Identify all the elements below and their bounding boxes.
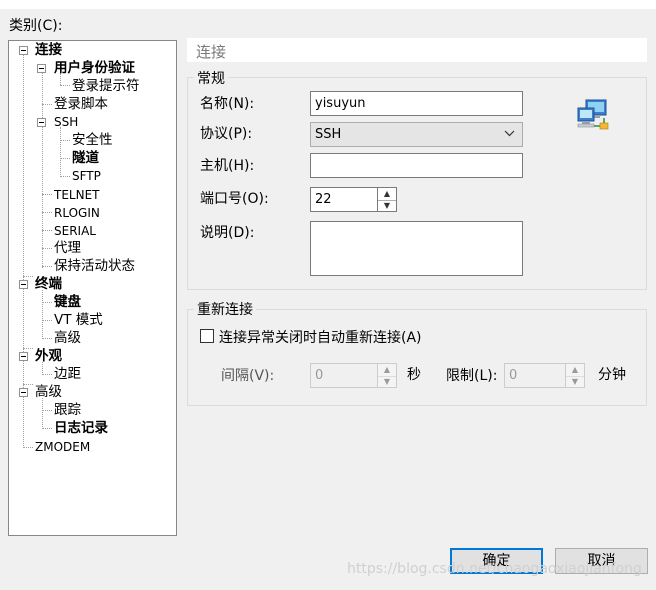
category-tree[interactable]: 连接 用户身份验证 登录提示符 登录脚本 SSH 安全性 隧道 SFTP TEL…	[8, 40, 177, 536]
tree-item-keepalive[interactable]: 保持活动状态	[54, 257, 135, 275]
port-decrement-button[interactable]: ▼	[378, 200, 396, 212]
tree-item-login-script[interactable]: 登录脚本	[54, 95, 108, 113]
description-label: 说明(D):	[200, 225, 255, 241]
protocol-label: 协议(P):	[200, 126, 253, 142]
tree-item-terminal-advanced[interactable]: 高级	[54, 329, 81, 347]
expander-connection[interactable]	[19, 46, 28, 55]
network-computer-icon	[576, 98, 610, 136]
limit-spinner[interactable]: 0 ▲ ▼	[504, 363, 585, 388]
port-label: 端口号(O):	[200, 191, 269, 207]
port-field[interactable]: 22	[310, 187, 377, 212]
auto-reconnect-checkbox[interactable]	[200, 329, 214, 343]
interval-field[interactable]: 0	[310, 363, 377, 388]
reconnect-group	[187, 309, 647, 406]
tree-item-auth[interactable]: 用户身份验证	[54, 59, 135, 77]
interval-decrement-button[interactable]: ▼	[378, 376, 396, 388]
tree-item-zmodem[interactable]: ZMODEM	[35, 438, 90, 456]
protocol-value: SSH	[315, 127, 342, 142]
tree-item-keyboard[interactable]: 键盘	[54, 293, 81, 311]
protocol-select[interactable]: SSH	[310, 122, 523, 147]
interval-spinner[interactable]: 0 ▲ ▼	[310, 363, 397, 388]
expander-terminal[interactable]	[19, 280, 28, 289]
description-field[interactable]	[310, 221, 523, 276]
section-header	[187, 38, 647, 62]
expander-advanced[interactable]	[19, 388, 28, 397]
expander-ssh[interactable]	[37, 118, 46, 127]
name-field[interactable]: yisuyun	[310, 91, 523, 116]
tree-item-proxy[interactable]: 代理	[54, 239, 81, 257]
tree-item-trace[interactable]: 跟踪	[54, 401, 81, 419]
tree-item-serial[interactable]: SERIAL	[54, 222, 96, 240]
tree-item-advanced[interactable]: 高级	[35, 383, 62, 401]
expander-appearance[interactable]	[19, 352, 28, 361]
tree-item-vt-mode[interactable]: VT 模式	[54, 311, 103, 329]
tree-item-terminal[interactable]: 终端	[35, 275, 62, 293]
seconds-unit: 秒	[407, 367, 421, 383]
tree-item-sftp[interactable]: SFTP	[72, 167, 101, 185]
name-label: 名称(N):	[200, 96, 255, 112]
port-spinner[interactable]: 22 ▲ ▼	[310, 187, 397, 212]
interval-label: 间隔(V):	[221, 368, 275, 384]
watermark-text: https://blog.csdn.net/chaogaoxiaojianfon…	[347, 561, 642, 577]
tree-item-margin[interactable]: 边距	[54, 365, 81, 383]
tree-item-appearance[interactable]: 外观	[35, 347, 62, 365]
tree-item-connection[interactable]: 连接	[35, 41, 62, 59]
tree-item-telnet[interactable]: TELNET	[54, 186, 100, 204]
chevron-down-icon	[504, 126, 515, 145]
tree-item-security[interactable]: 安全性	[72, 131, 113, 149]
tree-item-logging[interactable]: 日志记录	[54, 419, 108, 437]
section-title: 连接	[196, 43, 227, 61]
host-field[interactable]	[310, 153, 523, 178]
general-legend: 常规	[194, 68, 228, 88]
host-label: 主机(H):	[200, 158, 255, 174]
expander-auth[interactable]	[37, 64, 46, 73]
minutes-unit: 分钟	[598, 367, 626, 383]
top-strip	[0, 0, 656, 9]
tree-item-tunnel[interactable]: 隧道	[72, 149, 99, 167]
auto-reconnect-label[interactable]: 连接异常关闭时自动重新连接(A)	[219, 327, 422, 347]
category-label: 类别(C):	[9, 18, 63, 34]
reconnect-legend: 重新连接	[194, 299, 256, 319]
limit-decrement-button[interactable]: ▼	[566, 376, 584, 388]
tree-item-ssh[interactable]: SSH	[54, 113, 78, 131]
tree-item-rlogin[interactable]: RLOGIN	[54, 204, 100, 222]
tree-item-login-prompts[interactable]: 登录提示符	[72, 77, 140, 95]
limit-field[interactable]: 0	[504, 363, 565, 388]
limit-label: 限制(L):	[446, 368, 498, 384]
